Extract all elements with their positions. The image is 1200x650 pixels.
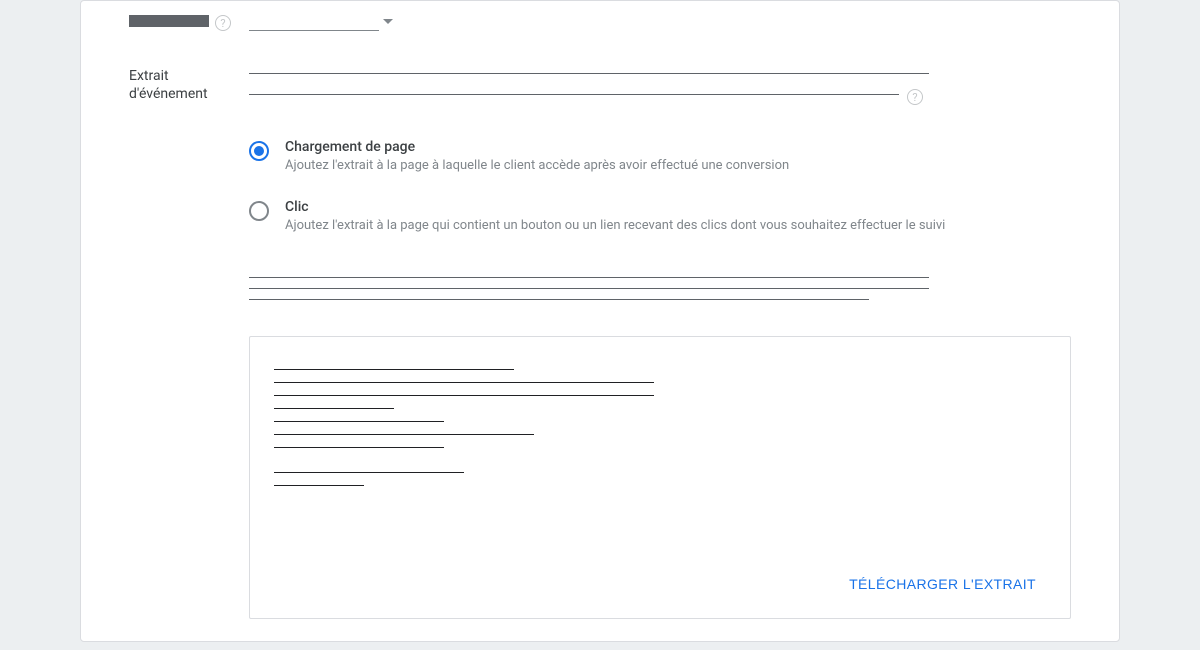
dropdown-field[interactable] — [249, 11, 1071, 31]
snippet-type-radio-group: Chargement de page Ajoutez l'extrait à l… — [249, 129, 1071, 249]
code-snippet-box: TÉLÉCHARGER L'EXTRAIT — [249, 336, 1071, 619]
radio-option-page-load[interactable]: Chargement de page Ajoutez l'extrait à l… — [249, 129, 1071, 189]
help-icon[interactable]: ? — [907, 89, 923, 105]
intro-text-redacted: ? — [249, 73, 1071, 105]
radio-description: Ajoutez l'extrait à la page à laquelle l… — [285, 157, 789, 175]
radio-indicator — [249, 201, 269, 221]
radio-option-click[interactable]: Clic Ajoutez l'extrait à la page qui con… — [249, 189, 1071, 249]
tag-setup-card: ? Extrait d'événement ? — [80, 0, 1120, 642]
radio-title: Clic — [285, 199, 945, 215]
post-text-redacted — [249, 277, 1071, 300]
chevron-down-icon — [383, 19, 393, 24]
field-row-top: ? — [129, 11, 1071, 31]
redacted-label — [129, 15, 209, 27]
radio-title: Chargement de page — [285, 139, 789, 155]
event-snippet-label: Extrait d'événement — [129, 68, 208, 102]
help-icon[interactable]: ? — [215, 15, 231, 31]
code-snippet-content — [274, 369, 1046, 486]
download-snippet-button[interactable]: TÉLÉCHARGER L'EXTRAIT — [841, 568, 1044, 600]
radio-indicator — [249, 141, 269, 161]
event-snippet-section: Extrait d'événement ? Chargement de page — [129, 63, 1071, 619]
radio-description: Ajoutez l'extrait à la page qui contient… — [285, 217, 945, 235]
